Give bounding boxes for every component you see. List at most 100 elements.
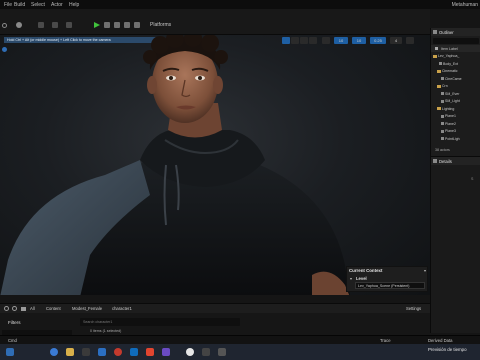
current-context-panel: Current Context ▾ ▾ Level Lev_Yaphoa_Sce… (346, 266, 428, 292)
trace-button[interactable]: Trace (380, 338, 391, 343)
main-toolbar (0, 9, 430, 35)
status-bar: Cmd Trace Derived Data (0, 335, 480, 344)
office-icon[interactable] (146, 348, 154, 356)
rotation-snap-button[interactable]: 10 (352, 37, 366, 44)
save-icon[interactable] (2, 23, 7, 28)
content-browser-bar (0, 304, 430, 313)
menu-help[interactable]: Help (69, 2, 79, 8)
play-icon[interactable] (94, 22, 100, 28)
back-icon[interactable] (4, 306, 9, 311)
scale-snap-button[interactable]: 0.25 (370, 37, 386, 44)
level-viewport[interactable]: Hold Ctrl + Alt (or middle mouse) + Left… (0, 35, 430, 295)
translate-icon[interactable] (291, 37, 299, 44)
outliner-row[interactable]: Plane1 (441, 113, 456, 119)
rotate-icon[interactable] (300, 37, 308, 44)
details-panel: Details S (430, 156, 480, 333)
chrome-icon[interactable] (114, 348, 122, 356)
outliner-search-input[interactable] (433, 38, 479, 44)
outliner-row[interactable]: Crn (437, 83, 448, 89)
store-icon[interactable] (130, 348, 138, 356)
unreal-engine-icon[interactable] (186, 348, 194, 356)
outliner-row[interactable]: Plane2 (441, 121, 456, 127)
folder-icon (437, 84, 441, 88)
visibility-icon[interactable] (435, 46, 438, 50)
app-icon[interactable] (218, 348, 226, 356)
level-label: Level (356, 276, 367, 281)
windows-taskbar: Previsión de tiempo (0, 344, 480, 360)
outliner-row-label: Lighting (442, 106, 455, 111)
outliner-row[interactable]: Lighting (437, 106, 454, 112)
mail-icon[interactable] (98, 348, 106, 356)
window-title: Metahuman (451, 2, 478, 8)
derived-data-button[interactable]: Derived Data (428, 338, 452, 343)
chevron-down-icon[interactable]: ▾ (424, 268, 426, 273)
current-context-title: Current Context (349, 268, 383, 273)
actor-icon (441, 77, 444, 81)
platforms-button[interactable]: Platforms (150, 22, 171, 28)
terminal-icon[interactable] (82, 348, 90, 356)
mode-icon[interactable] (66, 22, 72, 28)
filters-label[interactable]: Filters (8, 320, 21, 325)
details-icon (433, 158, 437, 163)
start-icon[interactable] (6, 348, 14, 356)
outliner-row-label: Lev_Yaphoa_ (438, 54, 460, 58)
folder-icon (437, 69, 441, 73)
cinematics-icon[interactable] (52, 22, 58, 28)
menu-select[interactable]: Select (31, 2, 45, 8)
outliner-row-label: Cinematic (442, 69, 458, 73)
outliner-icon (433, 29, 437, 34)
pause-icon[interactable] (114, 22, 120, 28)
outliner-row-label: SM_Light (445, 99, 460, 103)
stop-icon[interactable] (124, 22, 130, 28)
outliner-row[interactable]: SM_Light (441, 98, 460, 104)
folder-icon (437, 107, 441, 111)
outliner-row[interactable]: PointLigh (441, 136, 460, 142)
outliner-tree: Lev_Yaphoa_ Body_Ext Cinematic CineCame Crn S… (431, 53, 480, 145)
metahuman-character[interactable] (0, 35, 430, 295)
content-search-input[interactable]: Search character1 (80, 318, 240, 326)
chevron-down-icon[interactable]: ▾ (350, 276, 352, 281)
pin-icon[interactable] (2, 47, 7, 52)
actor-icon (439, 62, 442, 66)
world-space-icon[interactable] (322, 37, 330, 44)
layout-icon[interactable] (406, 37, 414, 44)
camera-speed-button[interactable]: 4 (390, 37, 402, 44)
outliner-row[interactable]: Plane3 (441, 128, 456, 134)
cmd-input[interactable]: Cmd (8, 338, 17, 343)
menu-build[interactable]: Build (14, 2, 25, 8)
edge-icon[interactable] (50, 348, 58, 356)
folder-icon[interactable] (21, 306, 26, 311)
breadcrumb-character1[interactable]: character1 (112, 306, 132, 311)
item-label-column[interactable]: Item Label (441, 47, 458, 51)
outliner-row[interactable]: SM_Ever (441, 91, 459, 97)
outliner-row[interactable]: Lev_Yaphoa_ (433, 53, 459, 59)
outliner-row[interactable]: Body_Ext (439, 61, 458, 67)
weather-widget[interactable]: Previsión de tiempo (428, 347, 467, 352)
actor-count: 38 actors (435, 148, 450, 152)
blueprint-icon[interactable] (38, 22, 44, 28)
menu-actor[interactable]: Actor (51, 2, 63, 8)
menu-bar: File Build Select Actor Help Metahuman (0, 0, 480, 9)
level-value[interactable]: Lev_Yaphoa_Scene (Persistent) (355, 282, 425, 289)
scale-icon[interactable] (309, 37, 317, 44)
teams-icon[interactable] (162, 348, 170, 356)
select-mode-icon[interactable] (282, 37, 290, 44)
breadcrumb-all[interactable]: All (30, 306, 35, 311)
details-title[interactable]: Details (439, 159, 452, 164)
forward-icon[interactable] (12, 306, 17, 311)
menu-file[interactable]: File (4, 2, 12, 8)
outliner-row[interactable]: CineCame (441, 76, 462, 82)
file-explorer-icon[interactable] (66, 348, 74, 356)
add-content-icon[interactable] (16, 22, 22, 28)
outliner-row[interactable]: Cinematic (437, 68, 458, 74)
app-icon[interactable] (202, 348, 210, 356)
actor-icon (441, 137, 444, 141)
grid-snap-button[interactable]: 10 (334, 37, 348, 44)
folder-icon (433, 54, 437, 58)
play-options-icon[interactable] (104, 22, 110, 28)
outliner-title[interactable]: Outliner (439, 30, 454, 35)
content-settings-button[interactable]: Settings (406, 306, 421, 311)
eject-icon[interactable] (134, 22, 140, 28)
breadcrumb-content[interactable]: Content (46, 306, 61, 311)
breadcrumb-modest-female[interactable]: Modest_Female (72, 306, 102, 311)
